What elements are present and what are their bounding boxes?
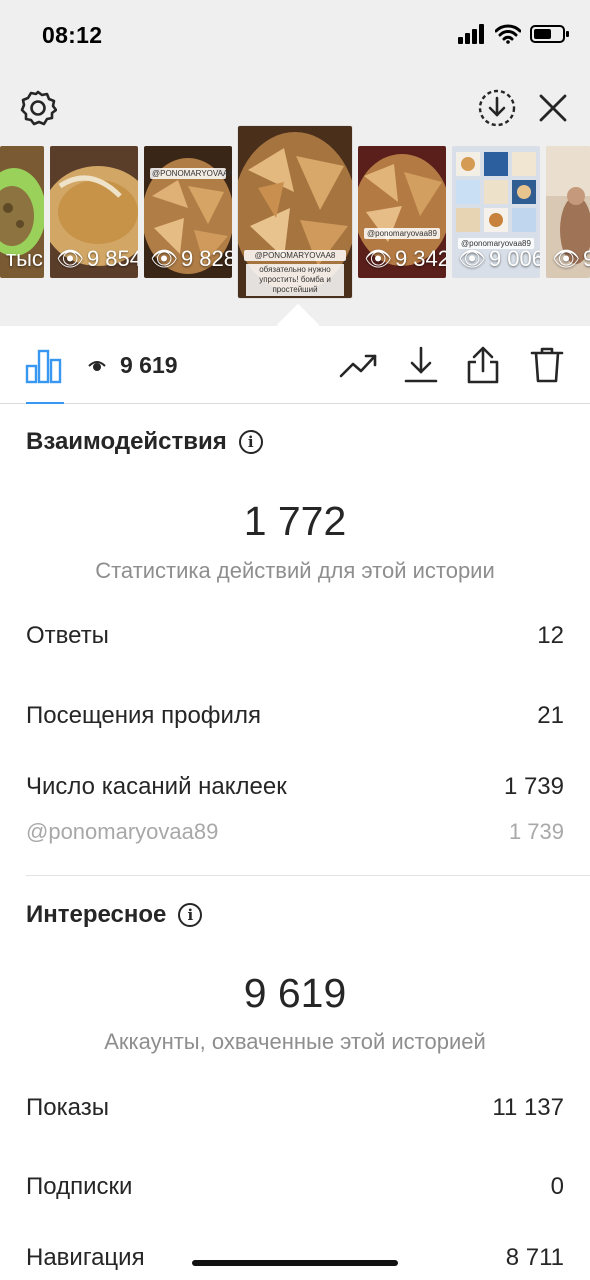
thumbnail-mention-tag: @ponomaryovaa89 [364,228,440,239]
story-thumbnail-strip[interactable]: тыс 👁 9 854 @PONOMARYOVAA8 👁 9 828 @PONO… [0,126,590,298]
story-thumbnail[interactable]: 👁 9 [546,146,590,278]
stat-value: 0 [550,1173,564,1200]
status-icons [458,24,570,49]
status-time: 08:12 [42,22,103,48]
info-icon[interactable]: i [178,903,203,927]
story-thumbnail[interactable]: тыс [0,146,44,278]
home-indicator[interactable] [192,1260,398,1266]
stat-row-navigation: Навигация 8 711 [26,1244,564,1272]
stat-value: 21 [537,702,564,729]
settings-gear-icon[interactable] [18,88,58,128]
stat-row-profile-visits: Посещения профиля 21 [26,702,564,730]
thumbnail-mention-tag: @PONOMARYOVAA8 [244,250,346,261]
eye-icon: 👁 [150,246,178,271]
stat-row-mention-sticker[interactable]: @ponomaryovaa89 1 739 [26,819,564,845]
story-thumbnail[interactable]: @PONOMARYOVAA8 👁 9 828 [144,146,232,278]
section-divider [26,875,590,876]
discovery-section-title: Интересное i [26,901,203,929]
story-thumbnail[interactable]: @ponomaryovaa89 👁 9 342 [358,146,446,278]
download-icon[interactable] [402,344,440,386]
stat-row-sticker-taps: Число касаний наклеек 1 739 [26,773,564,801]
stat-value: 11 137 [492,1094,564,1121]
insights-toolbar: 9 619 [0,326,590,404]
stat-value: 1 739 [503,773,564,800]
share-icon[interactable] [464,344,502,386]
story-thumbnail-selected[interactable]: @PONOMARYOVAA8 обязательно нужно упрости… [238,126,352,298]
stat-label: Подписки [26,1173,133,1200]
eye-icon [88,352,106,379]
interactions-subtitle: Статистика действий для этой истории [95,558,495,583]
info-icon[interactable]: i [238,430,263,454]
stat-label: Навигация [26,1244,145,1271]
thumbnail-caption: обязательно нужно упростить! бомба и про… [246,264,344,296]
eye-icon: 👁 [552,246,580,271]
views-count: 9 619 [88,352,178,379]
interactions-section-title: Взаимодействия i [26,428,263,456]
story-thumbnail[interactable]: @ponomaryovaa89 👁 9 006 [452,146,540,278]
thumbnail-views: 👁 9 828 [150,246,232,271]
trash-icon[interactable] [528,344,566,386]
interactions-total: 1 772 [243,498,347,544]
eye-icon: 👁 [56,246,84,271]
active-tab-indicator [26,402,64,404]
stat-value: 12 [537,622,564,649]
stat-label: Посещения профиля [26,702,261,729]
signal-icon [458,24,486,49]
thumbnail-views: 👁 9 342 [364,246,446,271]
thumbnail-views: 👁 9 854 [56,246,138,271]
stat-label: Ответы [26,622,109,649]
eye-icon: 👁 [458,246,486,271]
story-thumbnail[interactable]: 👁 9 854 [50,146,138,278]
thumbnail-mention-tag: @PONOMARYOVAA8 [150,168,232,179]
insights-bar-chart-icon[interactable] [24,346,64,386]
stat-value: 8 711 [505,1244,564,1271]
thumbnail-views: 👁 9 [552,246,590,271]
eye-icon: 👁 [364,246,392,271]
thumbnail-views: 👁 9 006 [458,246,540,271]
stat-row-replies: Ответы 12 [26,622,564,650]
sticker-mention-label: @ponomaryovaa89 [26,819,219,844]
wifi-icon [494,24,522,49]
download-circle-icon[interactable] [476,87,518,129]
close-icon[interactable] [534,89,572,127]
stat-label: Показы [26,1094,109,1121]
discovery-subtitle: Аккаунты, охваченные этой историей [104,1029,486,1054]
battery-icon [530,24,570,49]
thumbnail-views: тыс [6,246,43,271]
stat-row-follows: Подписки 0 [26,1173,564,1201]
discovery-total: 9 619 [243,970,347,1016]
promote-trend-icon[interactable] [338,348,380,384]
story-header-area: 08:12 тыс 👁 9 854 @PONOMARYOVAA8 👁 9 828… [0,0,590,326]
status-bar: 08:12 [0,0,590,72]
sticker-mention-value: 1 739 [508,819,564,844]
stat-row-impressions: Показы 11 137 [26,1094,564,1122]
stat-label: Число касаний наклеек [26,773,287,800]
views-count-value: 9 619 [120,352,178,378]
